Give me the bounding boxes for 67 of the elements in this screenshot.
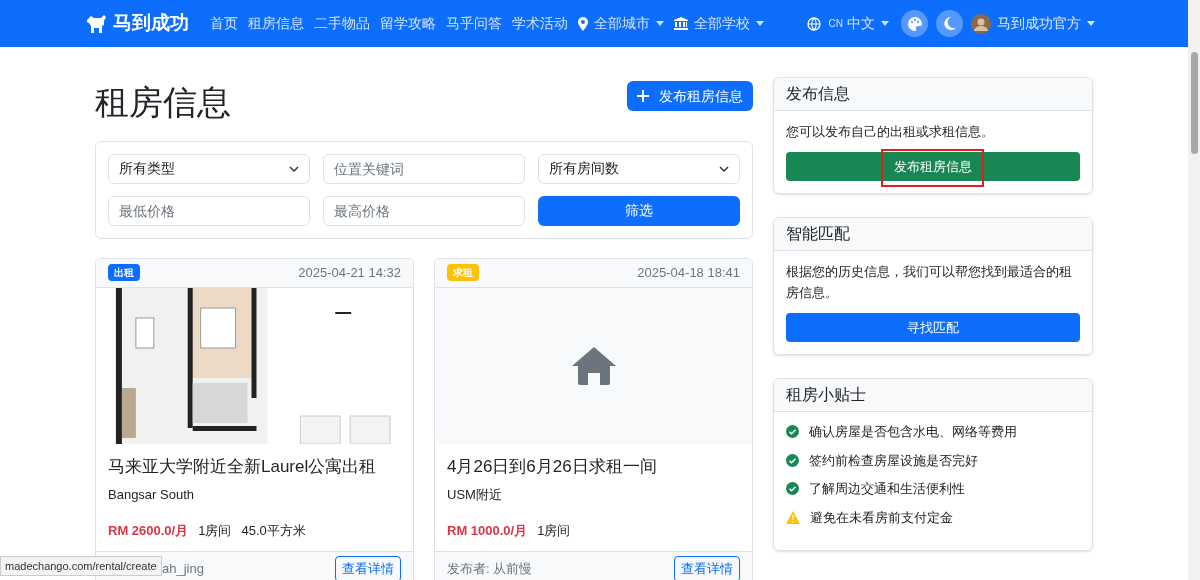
caret-icon — [881, 21, 889, 26]
listing-title[interactable]: 马来亚大学附近全新Laurel公寓出租 — [108, 455, 401, 477]
warning-icon — [786, 510, 800, 524]
nav-link[interactable]: 二手物品 — [314, 13, 370, 34]
globe-icon — [806, 16, 821, 31]
caret-icon — [656, 21, 664, 26]
select-field[interactable]: 所有类型 — [108, 153, 310, 184]
price: RM 1000.0/月 — [447, 522, 528, 541]
tip-text: 避免在未看房前支付定金 — [810, 508, 953, 527]
publish-button[interactable]: 发布租房信息 — [786, 152, 1080, 181]
check-circle-icon — [786, 453, 799, 467]
nav-link[interactable]: 全部学校 — [674, 13, 764, 34]
nav-link[interactable]: 留学攻略 — [380, 13, 436, 34]
caret-icon — [756, 21, 764, 26]
room-count: 1房间 — [198, 522, 232, 541]
page-title: 租房信息 — [95, 82, 231, 123]
card-title: 发布信息 — [774, 78, 1092, 111]
user-menu[interactable]: 马到成功官方 — [971, 13, 1095, 34]
check-circle-icon — [786, 482, 799, 496]
type-badge: 出租 — [108, 264, 140, 281]
card-text: 根据您的历史信息，我们可以帮您找到最适合的租房信息。 — [786, 263, 1073, 302]
input-field[interactable]: 位置关键词 — [323, 153, 525, 184]
bank-icon — [674, 17, 688, 30]
nav-link[interactable]: 马乎问答 — [446, 13, 502, 34]
type-badge: 求租 — [447, 264, 479, 281]
tip-text: 了解周边交通和生活便利性 — [809, 480, 965, 498]
listing-title[interactable]: 4月26日到6月26日求租一间 — [447, 455, 740, 477]
match-button[interactable]: 寻找匹配 — [786, 313, 1080, 342]
tip-text: 确认房屋是否包含水电、网络等费用 — [809, 423, 1017, 441]
check-circle-icon — [786, 425, 799, 439]
dark-mode-button[interactable] — [936, 10, 963, 37]
select-field[interactable]: 所有房间数 — [538, 153, 740, 184]
card-text: 您可以发布自己的出租或求租信息。 — [786, 123, 995, 141]
theme-button[interactable] — [901, 10, 928, 37]
details-button[interactable]: 查看详情 — [335, 556, 401, 580]
post-date: 2025-04-18 18:41 — [637, 263, 740, 282]
chevron-down-icon — [719, 165, 729, 172]
nav-link[interactable]: 首页 — [210, 13, 238, 34]
language-menu[interactable]: CN 中文 — [806, 13, 889, 34]
details-button[interactable]: 查看详情 — [674, 556, 740, 580]
filter-button[interactable]: 筛选 — [538, 195, 740, 226]
nav-link[interactable]: 租房信息 — [248, 13, 304, 34]
caret-icon — [1087, 21, 1095, 26]
publish-button[interactable]: 发布租房信息 — [627, 81, 753, 112]
status-bar: madechango.com/rental/create — [0, 555, 162, 576]
post-date: 2025-04-21 14:32 — [298, 263, 401, 282]
room-count: 1房间 — [537, 522, 571, 541]
floor-area: 45.0平方米 — [241, 521, 306, 541]
plus-icon — [637, 90, 649, 103]
tip-text: 签约前检查房屋设施是否完好 — [809, 451, 978, 470]
card-title: 租房小贴士 — [774, 379, 1092, 412]
palette-icon — [907, 16, 922, 31]
brand-name[interactable]: 马到成功 — [113, 9, 189, 38]
map-pin-icon — [578, 16, 588, 31]
input-field[interactable]: 最低价格 — [108, 195, 310, 226]
chevron-down-icon — [289, 165, 299, 172]
card-title: 智能匹配 — [774, 218, 1092, 251]
price: RM 2600.0/月 — [108, 522, 189, 541]
nav-link[interactable]: 学术活动 — [512, 13, 568, 34]
input-field[interactable]: 最高价格 — [323, 195, 525, 226]
listing-location: Bangsar South — [108, 485, 195, 504]
house-icon — [571, 346, 616, 385]
listing-location: USM附近 — [447, 485, 503, 504]
moon-icon — [943, 17, 956, 30]
avatar — [971, 13, 991, 34]
nav-link[interactable]: 全部城市 — [578, 13, 664, 34]
poster-name: 发布者: 从前慢 — [447, 560, 533, 579]
